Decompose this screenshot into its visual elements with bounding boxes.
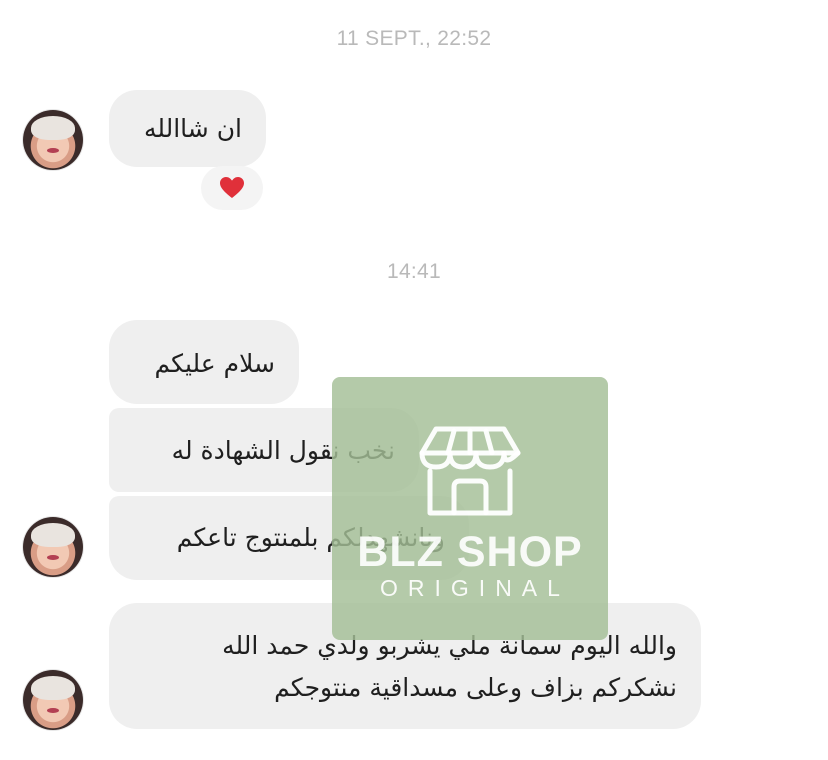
avatar-lips bbox=[47, 148, 59, 153]
sender-avatar[interactable] bbox=[23, 110, 83, 170]
avatar-lips bbox=[47, 555, 59, 560]
watermark-subtitle: ORIGINAL bbox=[380, 575, 570, 601]
message-bubble[interactable]: ان شاالله bbox=[109, 90, 266, 167]
timestamp: 11 SEPT., 22:52 bbox=[336, 27, 492, 50]
sender-avatar[interactable] bbox=[23, 517, 83, 577]
storefront-icon bbox=[419, 426, 521, 516]
message-line: نشكركم بزاف وعلى مسداقية منتوجكم bbox=[274, 673, 677, 702]
message-text: سلام عليكم bbox=[154, 349, 275, 378]
reaction-badge[interactable] bbox=[201, 166, 263, 210]
timestamp: 14:41 bbox=[386, 260, 442, 283]
message-text: ان شاالله bbox=[143, 114, 242, 143]
avatar-lips bbox=[47, 708, 59, 713]
avatar-hair bbox=[31, 116, 75, 140]
shop-watermark: BLZ SHOP ORIGINAL bbox=[332, 377, 608, 640]
sender-avatar[interactable] bbox=[23, 670, 83, 730]
watermark-brand: BLZ SHOP bbox=[357, 528, 583, 576]
avatar-hair bbox=[31, 676, 75, 700]
avatar-hair bbox=[31, 523, 75, 547]
heart-icon bbox=[220, 177, 244, 198]
message-bubble[interactable]: سلام عليكم bbox=[109, 320, 299, 404]
